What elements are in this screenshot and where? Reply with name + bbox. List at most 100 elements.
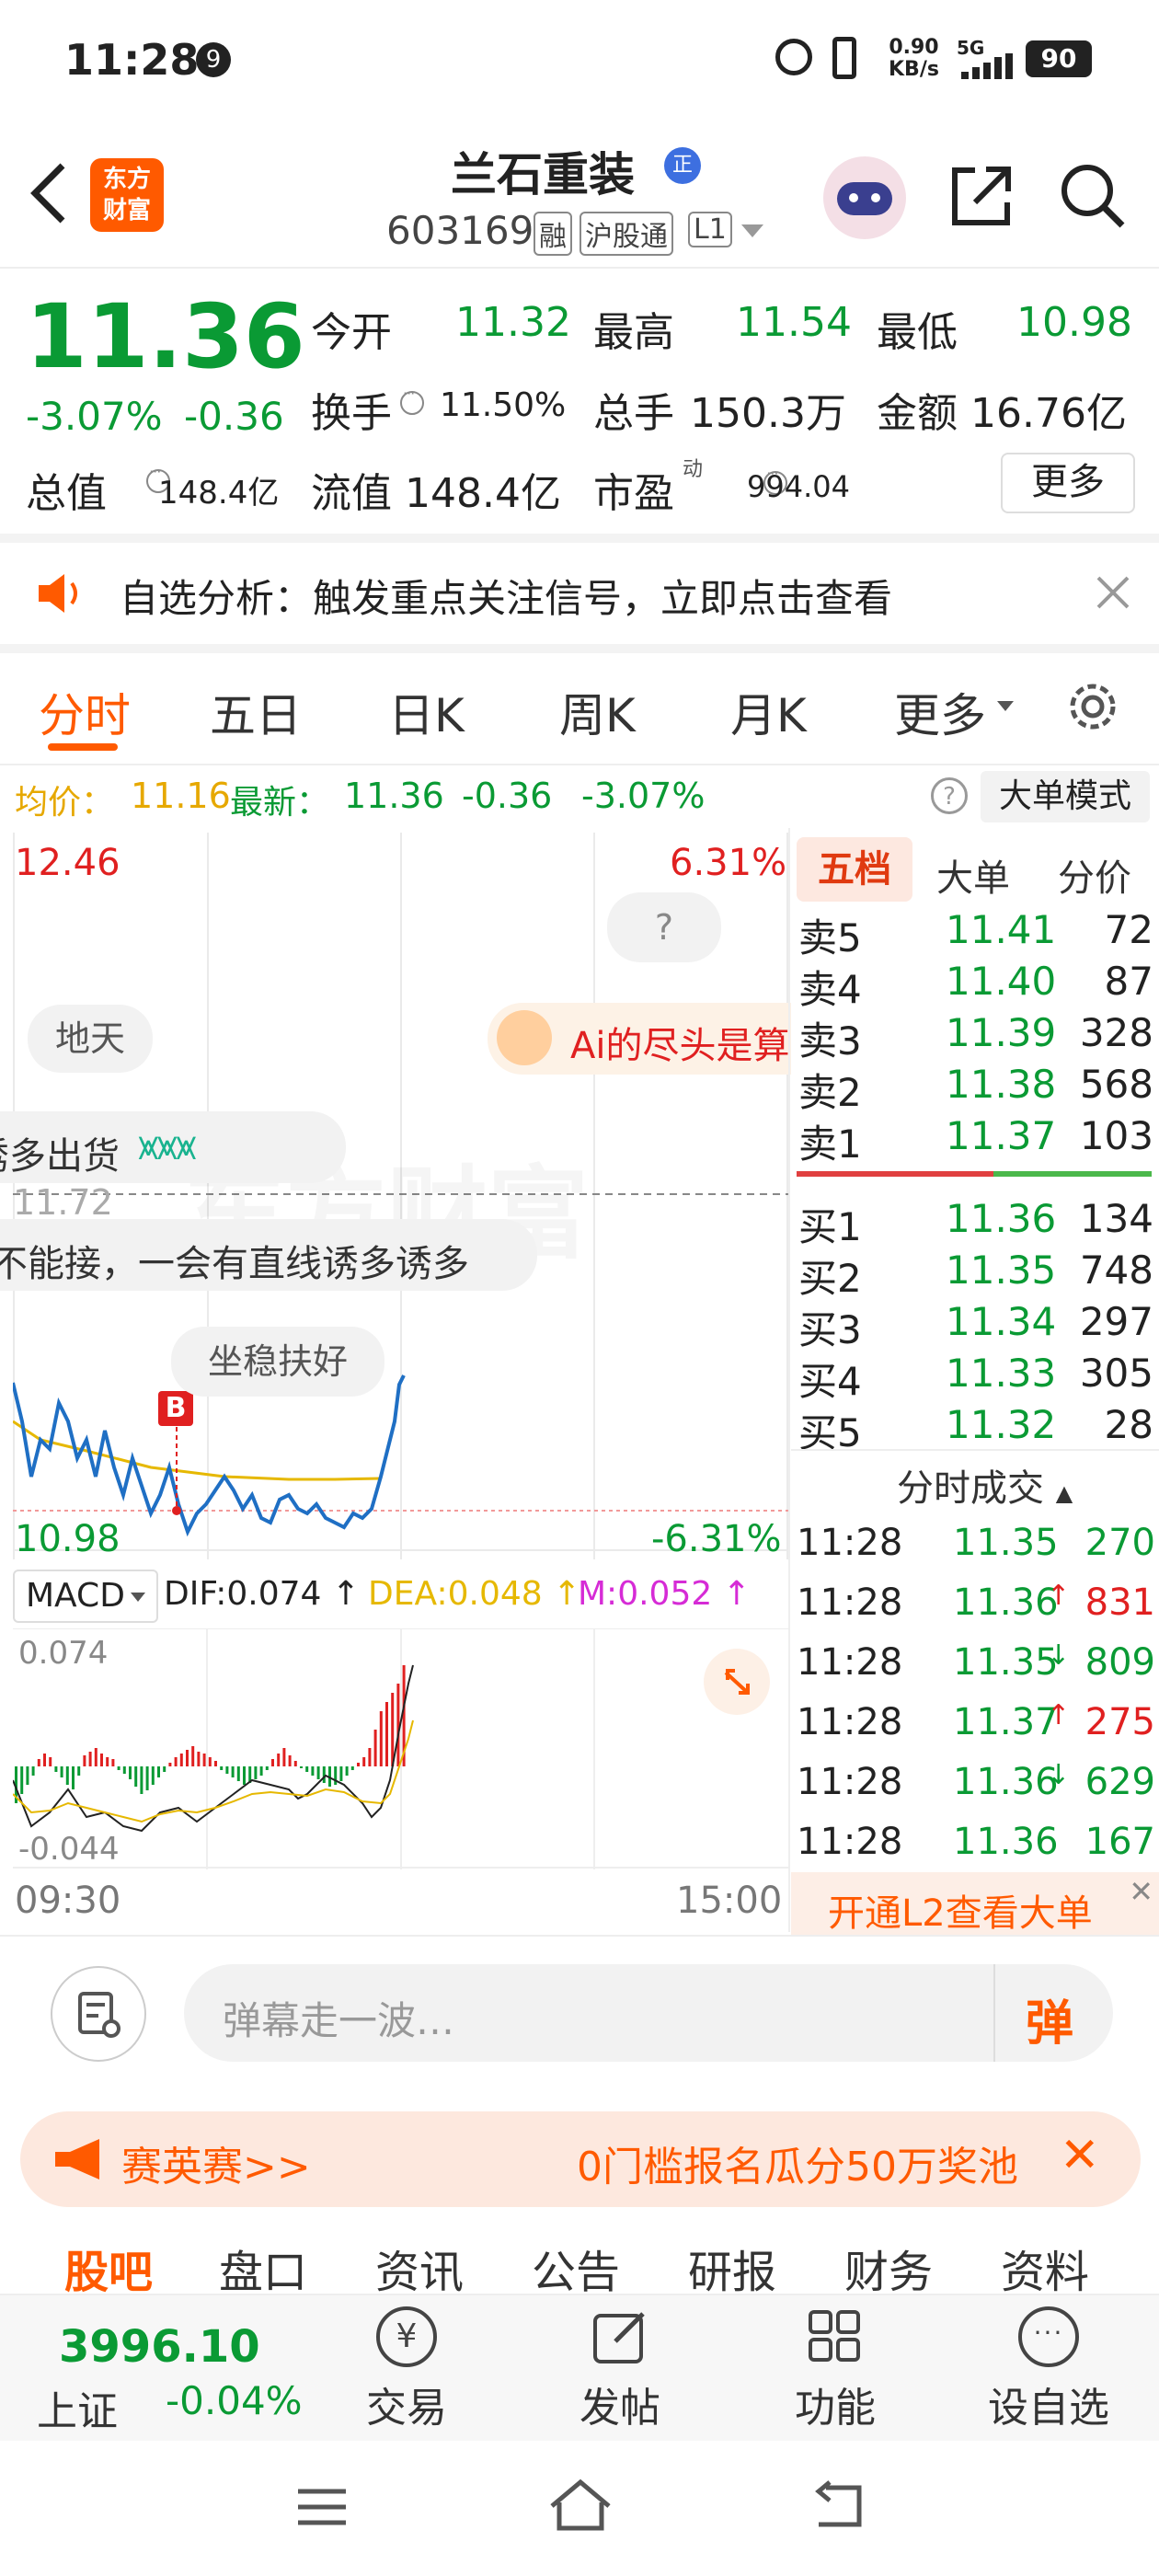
tab-big-orders[interactable]: 大单 bbox=[936, 848, 1010, 902]
comment-input[interactable]: 弹幕走一波… 弹 bbox=[184, 1964, 1113, 2062]
menu-icon[interactable] bbox=[296, 2484, 348, 2530]
macd-bar bbox=[65, 1766, 69, 1785]
danmaku-send-button[interactable]: 弹 bbox=[1026, 1984, 1073, 2053]
post-button[interactable]: 发帖 bbox=[565, 2306, 675, 2435]
stock-code: 603169 bbox=[386, 208, 534, 253]
back-nav-icon[interactable] bbox=[809, 2480, 866, 2532]
ratio-bar-buy bbox=[993, 1171, 1152, 1177]
buy-marker[interactable]: B bbox=[158, 1391, 193, 1426]
bid-list: 买1 11.36 134 买2 11.35 748 买3 11.34 297 买… bbox=[798, 1192, 1153, 1455]
info-icon[interactable] bbox=[400, 385, 424, 415]
trade-row: 11:28 11.36 ↑ 831 bbox=[797, 1580, 1155, 1624]
macd-bar bbox=[254, 1766, 258, 1779]
tab-more[interactable]: 更多 bbox=[894, 679, 986, 745]
tab-five-levels[interactable]: 五档 bbox=[797, 837, 912, 902]
tab-price-distribution[interactable]: 分价 bbox=[1058, 848, 1131, 902]
tab-daily-k[interactable]: 日K bbox=[388, 679, 465, 745]
home-icon[interactable] bbox=[548, 2478, 613, 2534]
big-order-mode-button[interactable]: 大单模式 bbox=[981, 771, 1150, 822]
sub-tab-forum[interactable]: 股吧 bbox=[64, 2236, 153, 2295]
avg-label: 均价： bbox=[15, 784, 115, 822]
ai-robot-icon[interactable] bbox=[823, 156, 906, 239]
macd-dea: DEA:0.048 ↑ bbox=[368, 1575, 581, 1613]
danmaku-bubble-ai[interactable]: Ai的尽头是算 bbox=[488, 1003, 791, 1075]
search-icon[interactable] bbox=[1058, 161, 1127, 230]
sub-tab-research[interactable]: 研报 bbox=[688, 2236, 776, 2295]
back-icon[interactable] bbox=[28, 161, 74, 225]
turnover-label: 换手 bbox=[311, 390, 392, 437]
add-watchlist-button[interactable]: ··· 设自选 bbox=[975, 2306, 1122, 2435]
chevron-down-icon bbox=[997, 701, 1014, 711]
pe-value: 994.04 bbox=[747, 469, 850, 504]
macd-bar bbox=[122, 1766, 126, 1774]
eastmoney-logo[interactable]: 东方 财富 bbox=[90, 158, 164, 232]
macd-chart[interactable] bbox=[12, 1627, 788, 1869]
macd-bar bbox=[202, 1754, 206, 1766]
change-percent: -3.07% bbox=[26, 394, 163, 439]
macd-bar bbox=[129, 1766, 132, 1779]
ask-list: 卖5 11.41 72 卖4 11.40 87 卖3 11.39 328 卖2 … bbox=[798, 903, 1153, 1167]
more-button[interactable]: 更多 bbox=[1001, 453, 1135, 513]
tab-five-day[interactable]: 五日 bbox=[210, 679, 302, 745]
ask-row: 卖1 11.37 103 bbox=[798, 1113, 1153, 1167]
sub-tab-profile[interactable]: 资料 bbox=[1001, 2236, 1089, 2295]
pe-label: 市盈 bbox=[593, 470, 674, 517]
dropdown-icon[interactable] bbox=[741, 224, 763, 237]
macd-top-value: 0.074 bbox=[18, 1635, 109, 1672]
tab-intraday[interactable]: 分时 bbox=[39, 679, 131, 745]
macd-selector[interactable]: MACD bbox=[13, 1570, 158, 1623]
macd-bar bbox=[60, 1766, 63, 1777]
danmaku-bubble[interactable]: 坐稳扶好 bbox=[171, 1327, 385, 1397]
danmaku-settings-icon[interactable] bbox=[51, 1966, 146, 2062]
change-amount: -0.36 bbox=[184, 394, 284, 439]
avg-price-line bbox=[12, 1420, 382, 1481]
macd-bar bbox=[316, 1766, 320, 1779]
function-button[interactable]: 功能 bbox=[780, 2306, 890, 2435]
danmaku-bubble[interactable]: 地天 bbox=[28, 1005, 154, 1073]
divider bbox=[993, 1964, 995, 2062]
macd-bar bbox=[243, 1766, 246, 1785]
promo-banner[interactable]: 赛英赛>> 0门槛报名瓜分50万奖池 ✕ bbox=[20, 2111, 1141, 2207]
close-icon[interactable]: ✕ bbox=[1129, 1874, 1153, 1909]
sub-tab-handicap[interactable]: 盘口 bbox=[219, 2236, 307, 2295]
danmaku-bubble[interactable]: 诱多出货 ⩙⩙⩙ bbox=[0, 1111, 346, 1183]
close-icon[interactable]: ✕ bbox=[1060, 2128, 1100, 2183]
ask-row: 卖5 11.41 72 bbox=[798, 907, 1153, 960]
close-icon[interactable] bbox=[1093, 572, 1133, 613]
help-bubble[interactable]: ? bbox=[607, 892, 721, 962]
trade-row: 11:28 11.35 270 bbox=[797, 1522, 1155, 1564]
bottom-bar: 3996.10 上证 -0.04% ¥ 交易 发帖 功能 ··· 设自选 bbox=[0, 2294, 1159, 2443]
trade-button[interactable]: ¥ 交易 bbox=[351, 2306, 462, 2435]
index-widget[interactable]: 3996.10 上证 -0.04% bbox=[37, 2314, 313, 2435]
speaker-icon bbox=[35, 570, 86, 616]
macd-bar bbox=[186, 1750, 189, 1766]
avg-value: 11.16 bbox=[131, 776, 231, 816]
help-icon[interactable]: ? bbox=[931, 777, 968, 814]
wave-icon: ⩙⩙⩙ bbox=[138, 1126, 197, 1168]
macd-bar bbox=[157, 1766, 160, 1777]
macd-bar bbox=[311, 1766, 315, 1776]
sub-tab-finance[interactable]: 财务 bbox=[844, 2236, 933, 2295]
macd-m: M:0.052 ↑ bbox=[578, 1575, 751, 1613]
chevron-down-icon bbox=[131, 1593, 145, 1602]
notice-text[interactable]: 自选分析：触发重点关注信号，立即点击查看 bbox=[120, 568, 892, 624]
share-icon[interactable] bbox=[947, 161, 1016, 230]
l2-banner[interactable]: 开通L2查看大单 ✕ bbox=[791, 1872, 1159, 1935]
high-value: 11.54 bbox=[736, 299, 852, 346]
macd-bar bbox=[391, 1693, 395, 1766]
danmaku-text: 诱多出货 bbox=[0, 1135, 120, 1178]
macd-bar bbox=[300, 1766, 303, 1768]
trades-title[interactable]: 分时成交 ▲ bbox=[897, 1458, 1073, 1512]
tab-weekly-k[interactable]: 周K bbox=[559, 679, 636, 745]
sub-tab-news[interactable]: 资讯 bbox=[375, 2236, 464, 2295]
battery-icon: 90 bbox=[1026, 40, 1092, 77]
expand-icon[interactable] bbox=[704, 1649, 770, 1715]
pct-axis-bottom: -6.31% bbox=[651, 1518, 782, 1560]
macd-bar bbox=[385, 1702, 388, 1766]
sub-tab-announcements[interactable]: 公告 bbox=[532, 2236, 620, 2295]
tab-monthly-k[interactable]: 月K bbox=[730, 679, 807, 745]
danmaku-bubble[interactable]: 不能接，一会有直线诱多诱多 bbox=[0, 1219, 537, 1291]
macd-bar bbox=[77, 1766, 81, 1776]
tag-connect: 沪股通 bbox=[580, 212, 673, 256]
gear-icon[interactable] bbox=[1062, 676, 1123, 737]
